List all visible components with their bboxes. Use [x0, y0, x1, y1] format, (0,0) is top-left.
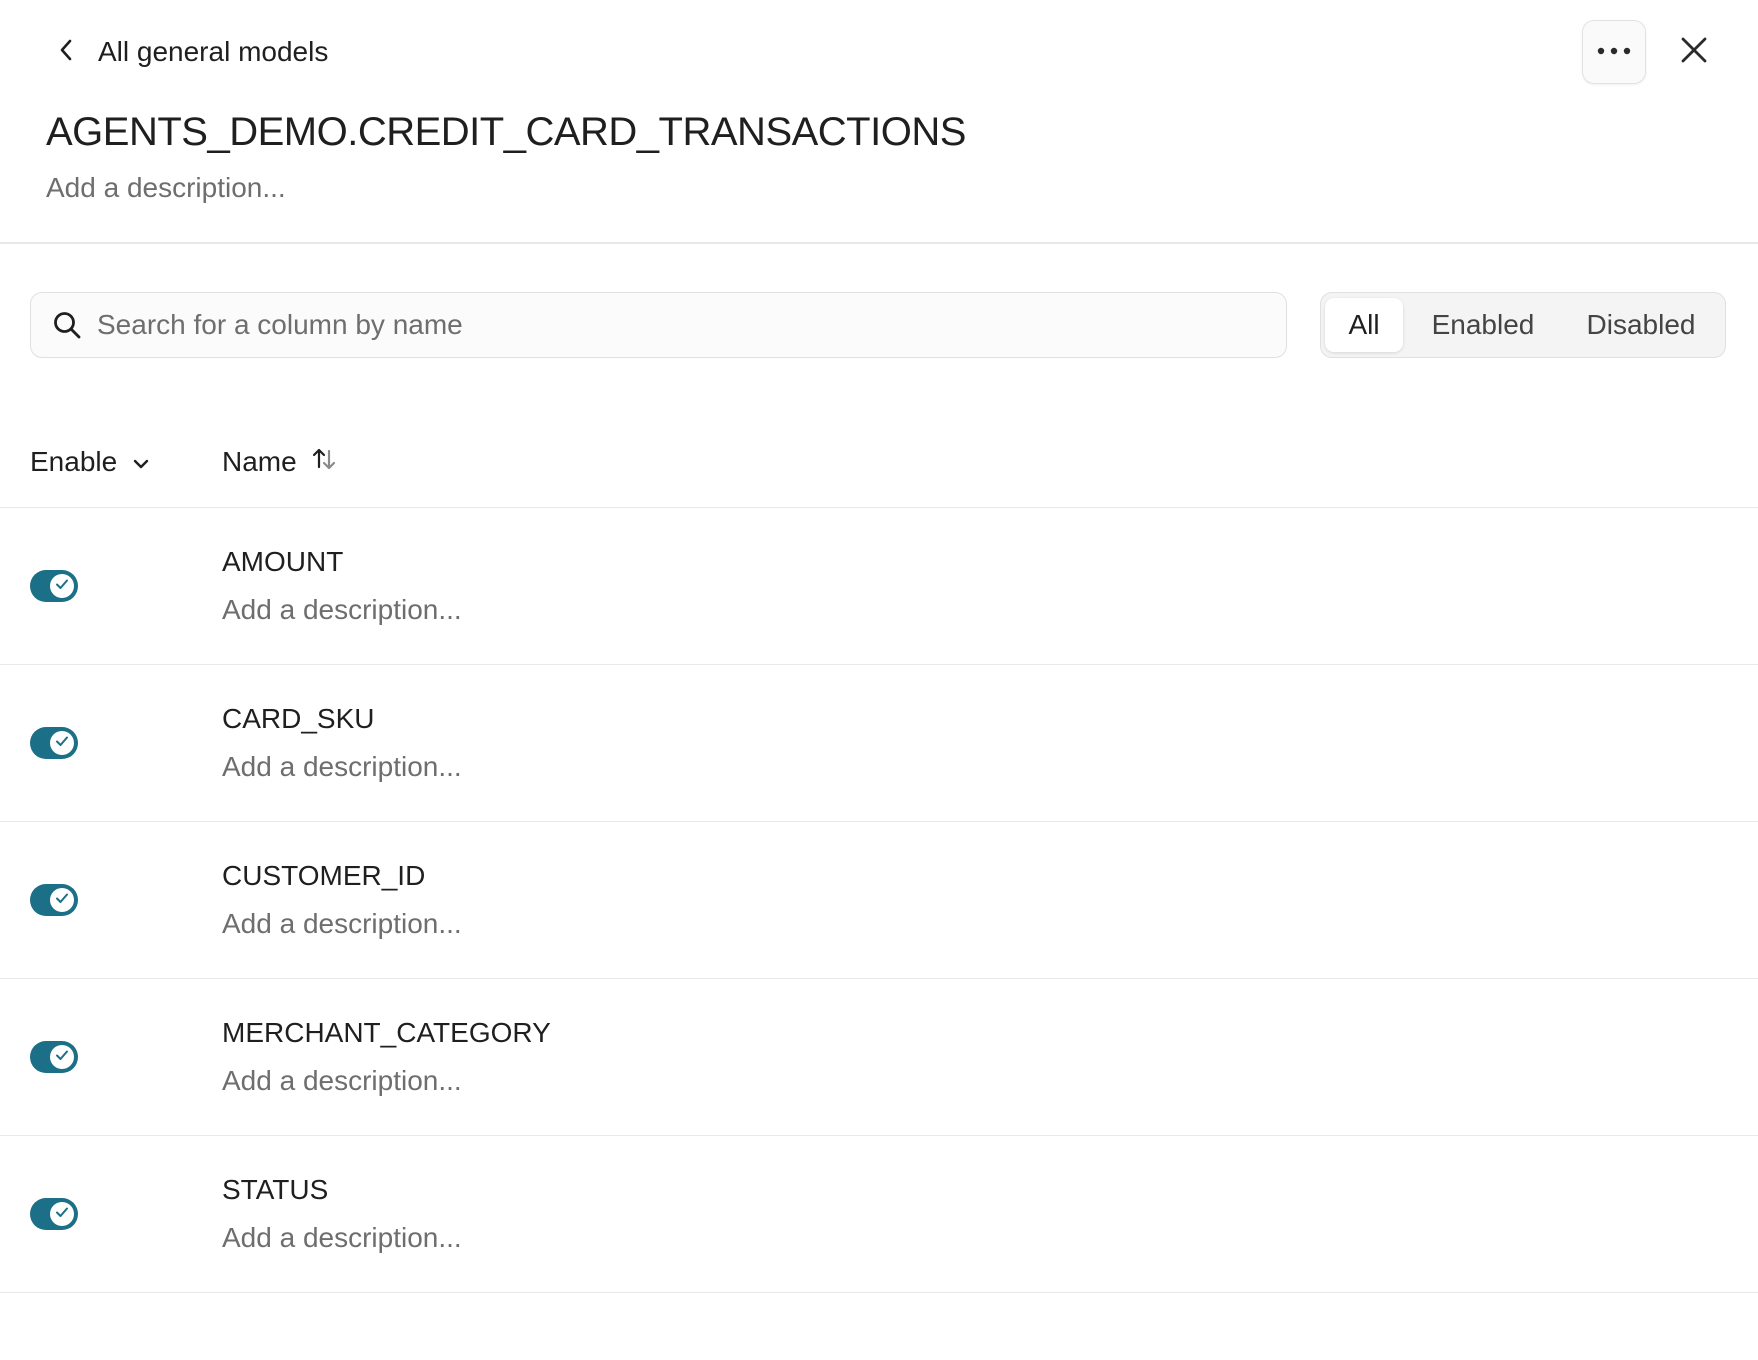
filter-tab-enabled[interactable]: Enabled — [1403, 298, 1563, 352]
check-icon — [54, 890, 70, 911]
enable-toggle[interactable] — [30, 884, 78, 916]
enable-toggle[interactable] — [30, 727, 78, 759]
more-horizontal-icon — [1596, 43, 1632, 61]
chevron-down-icon — [131, 446, 151, 478]
search-input[interactable] — [97, 309, 1247, 341]
panel-header: All general models AGENTS_DEMO.CREDIT_CA… — [0, 0, 1758, 244]
enable-column-label: Enable — [30, 446, 118, 477]
filter-tab-all[interactable]: All — [1325, 298, 1403, 352]
toggle-knob — [50, 574, 74, 598]
column-name: CUSTOMER_ID — [222, 860, 426, 891]
column-description-field[interactable]: Add a description... — [222, 908, 462, 940]
name-column-header[interactable]: Name — [222, 440, 337, 484]
toggle-knob — [50, 731, 74, 755]
name-column-label: Name — [222, 446, 297, 477]
enable-toggle[interactable] — [30, 570, 78, 602]
back-link[interactable]: All general models — [56, 30, 328, 74]
toggle-knob — [50, 888, 74, 912]
table-row: CUSTOMER_ID Add a description... — [0, 822, 1758, 979]
column-name: MERCHANT_CATEGORY — [222, 1017, 551, 1048]
page-title: AGENTS_DEMO.CREDIT_CARD_TRANSACTIONS — [46, 110, 966, 154]
more-options-button[interactable] — [1582, 20, 1646, 84]
column-settings-panel: All general models AGENTS_DEMO.CREDIT_CA… — [0, 0, 1758, 1360]
table-row: AMOUNT Add a description... — [0, 508, 1758, 665]
enable-filter-tabs: All Enabled Disabled — [1320, 292, 1726, 358]
page-description-field[interactable]: Add a description... — [46, 172, 286, 204]
table-header: Enable Name — [0, 420, 1758, 508]
enable-toggle[interactable] — [30, 1198, 78, 1230]
chevron-left-icon — [56, 36, 76, 69]
sort-icon — [311, 445, 337, 480]
column-description-field[interactable]: Add a description... — [222, 1065, 462, 1097]
toggle-knob — [50, 1202, 74, 1226]
enable-toggle[interactable] — [30, 1041, 78, 1073]
table-row: MERCHANT_CATEGORY Add a description... — [0, 979, 1758, 1136]
close-button[interactable] — [1670, 28, 1718, 76]
enable-column-header[interactable]: Enable — [30, 440, 151, 484]
column-description-field[interactable]: Add a description... — [222, 1222, 462, 1254]
check-icon — [54, 733, 70, 754]
column-description-field[interactable]: Add a description... — [222, 751, 462, 783]
check-icon — [54, 576, 70, 597]
toggle-knob — [50, 1045, 74, 1069]
search-icon — [51, 309, 83, 341]
table-row: CARD_SKU Add a description... — [0, 665, 1758, 822]
back-link-label: All general models — [98, 36, 329, 67]
close-icon — [1680, 36, 1708, 69]
column-list: AMOUNT Add a description... CARD_SKU Add… — [0, 508, 1758, 1293]
column-name: STATUS — [222, 1174, 329, 1205]
check-icon — [54, 1204, 70, 1225]
table-row: STATUS Add a description... — [0, 1136, 1758, 1293]
filter-tab-disabled[interactable]: Disabled — [1563, 298, 1719, 352]
check-icon — [54, 1047, 70, 1068]
column-description-field[interactable]: Add a description... — [222, 594, 462, 626]
column-name: AMOUNT — [222, 546, 344, 577]
column-name: CARD_SKU — [222, 703, 375, 734]
column-search[interactable] — [30, 292, 1287, 358]
